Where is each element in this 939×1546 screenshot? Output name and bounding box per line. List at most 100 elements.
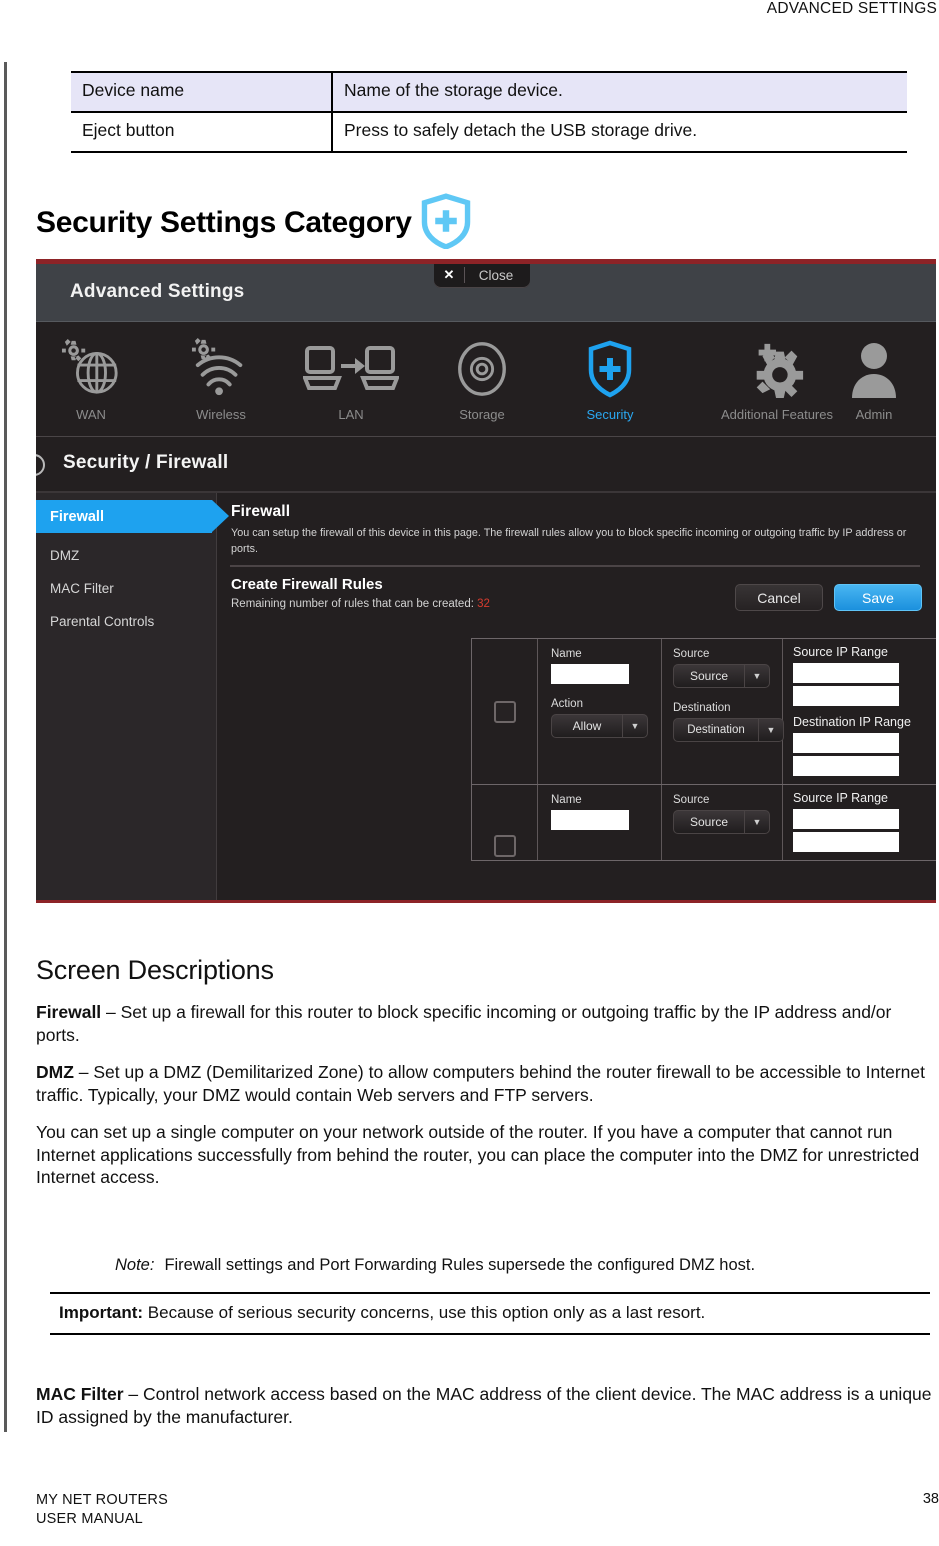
page-footer: MY NET ROUTERS USER MANUAL 38 bbox=[36, 1491, 939, 1530]
cell-gap bbox=[673, 688, 782, 702]
name-label: Name bbox=[551, 648, 582, 660]
nav-label-lan: LAN bbox=[338, 407, 364, 422]
note-text: Firewall settings and Port Forwarding Ru… bbox=[164, 1256, 756, 1274]
dmz-term: DMZ bbox=[36, 1062, 74, 1083]
nav-item-wan[interactable]: WAN bbox=[36, 338, 154, 422]
close-button[interactable]: ✕ Close bbox=[434, 264, 530, 288]
table-cell-definition: Name of the storage device. bbox=[332, 71, 907, 113]
chevron-down-icon: ▼ bbox=[744, 665, 769, 687]
rule-name-action-cell: Name bbox=[538, 785, 662, 860]
close-button-label: Close bbox=[478, 267, 514, 283]
source-ip-label: Source IP Range bbox=[793, 645, 888, 659]
name-input[interactable] bbox=[551, 664, 629, 684]
rule-checkbox[interactable] bbox=[493, 834, 516, 857]
important-label: Important: bbox=[59, 1303, 144, 1322]
note-label: Note: bbox=[115, 1256, 155, 1274]
section-heading-text: Security Settings Category bbox=[36, 206, 412, 239]
panel-heading: Firewall bbox=[231, 503, 291, 520]
action-value: Allow bbox=[572, 719, 602, 733]
sidebar-item-label: DMZ bbox=[50, 548, 80, 563]
lan-transfer-icon bbox=[303, 338, 399, 398]
destination-ip-to-input[interactable] bbox=[793, 756, 899, 776]
source-ip-from-input[interactable] bbox=[793, 809, 899, 829]
section-heading: Security Settings Category bbox=[36, 193, 474, 250]
sidebar-item-dmz[interactable]: DMZ bbox=[36, 539, 216, 572]
table-row: Eject button Press to safely detach the … bbox=[71, 111, 907, 153]
footer-line-1: MY NET ROUTERS bbox=[36, 1491, 168, 1508]
table-row: Device name Name of the storage device. bbox=[71, 71, 907, 113]
sidebar-item-label: Parental Controls bbox=[50, 614, 155, 629]
device-description-table: Device name Name of the storage device. … bbox=[71, 71, 907, 153]
mac-filter-description: – Control network access based on the MA… bbox=[36, 1384, 932, 1427]
rule-name-action-cell: Name Action Allow ▼ bbox=[538, 639, 662, 784]
table-cell-term: Device name bbox=[71, 71, 333, 113]
window-title: Advanced Settings bbox=[70, 281, 245, 302]
destination-select[interactable]: Destination ▼ bbox=[673, 718, 784, 742]
table-cell-definition: Press to safely detach the USB storage d… bbox=[332, 111, 907, 153]
rule-checkbox[interactable] bbox=[493, 700, 516, 723]
router-category-nav: WAN Wireless LAN Storage Security Additi… bbox=[36, 322, 936, 437]
source-ip-to-input[interactable] bbox=[793, 832, 899, 852]
page-number: 38 bbox=[922, 1490, 939, 1507]
save-button[interactable]: Save bbox=[834, 584, 922, 611]
nav-item-storage[interactable]: Storage bbox=[419, 338, 545, 422]
mac-filter-paragraph: MAC Filter – Control network access base… bbox=[36, 1383, 939, 1428]
nav-label-security: Security bbox=[586, 407, 634, 422]
back-arrow-icon[interactable] bbox=[36, 454, 45, 476]
action-label: Action bbox=[551, 698, 583, 710]
running-head: ADVANCED SETTINGS bbox=[766, 0, 937, 17]
source-ip-to-input[interactable] bbox=[793, 686, 899, 706]
important-text: Because of serious security concerns, us… bbox=[143, 1303, 706, 1322]
remaining-rules-count: 32 bbox=[477, 598, 490, 611]
rule-ip-ranges-cell: Source IP Range Destination IP Range bbox=[783, 639, 936, 784]
nav-item-admin[interactable]: Admin bbox=[811, 338, 936, 422]
cell-gap bbox=[551, 830, 661, 844]
action-select[interactable]: Allow ▼ bbox=[551, 714, 648, 738]
globe-gear-icon bbox=[56, 338, 126, 398]
remaining-rules-label: Remaining number of rules that can be cr… bbox=[231, 598, 474, 611]
destination-ip-label: Destination IP Range bbox=[793, 715, 911, 729]
dmz-paragraph: DMZ – Set up a DMZ (Demilitarized Zone) … bbox=[36, 1061, 936, 1106]
nav-label-admin: Admin bbox=[855, 407, 893, 422]
rule-select-cell bbox=[472, 785, 538, 860]
source-value: Source bbox=[689, 669, 729, 683]
dmz-description: – Set up a DMZ (Demilitarized Zone) to a… bbox=[36, 1062, 925, 1105]
sidebar-item-parental-controls[interactable]: Parental Controls bbox=[36, 605, 216, 638]
source-label: Source bbox=[673, 794, 710, 806]
firewall-panel: Firewall You can setup the firewall of t… bbox=[218, 493, 936, 900]
sidebar-item-firewall[interactable]: Firewall bbox=[36, 500, 229, 533]
panel-button-row: Cancel Save bbox=[735, 584, 922, 611]
nav-item-lan[interactable]: LAN bbox=[288, 338, 414, 422]
sidebar-item-mac-filter[interactable]: MAC Filter bbox=[36, 572, 216, 605]
firewall-sidebar: Firewall DMZ MAC Filter Parental Control… bbox=[36, 493, 229, 900]
close-icon: ✕ bbox=[443, 267, 455, 282]
nav-label-wireless: Wireless bbox=[196, 407, 246, 422]
cancel-button[interactable]: Cancel bbox=[735, 584, 823, 611]
rule-ip-ranges-cell: Source IP Range bbox=[783, 785, 936, 860]
source-label: Source bbox=[673, 648, 710, 660]
important-callout: Important: Because of serious security c… bbox=[50, 1292, 930, 1335]
cell-gap bbox=[551, 684, 661, 698]
destination-value: Destination bbox=[687, 724, 745, 736]
dmz-paragraph-2: You can set up a single computer on your… bbox=[36, 1122, 920, 1188]
table-row: Name Action Allow ▼ Source Source ▼ Dest… bbox=[472, 639, 936, 785]
source-select[interactable]: Source ▼ bbox=[673, 810, 770, 834]
nav-item-wireless[interactable]: Wireless bbox=[158, 338, 284, 422]
chevron-down-icon: ▼ bbox=[758, 719, 783, 741]
breadcrumb-text: Security / Firewall bbox=[63, 452, 229, 473]
breadcrumb: Security / Firewall bbox=[36, 437, 936, 493]
footer-left: MY NET ROUTERS USER MANUAL bbox=[36, 1491, 939, 1530]
nav-label-wan: WAN bbox=[76, 407, 106, 422]
firewall-term: Firewall bbox=[36, 1002, 102, 1022]
name-input[interactable] bbox=[551, 810, 629, 830]
destination-ip-from-input[interactable] bbox=[793, 733, 899, 753]
nav-item-security[interactable]: Security bbox=[547, 338, 673, 422]
source-ip-from-input[interactable] bbox=[793, 663, 899, 683]
destination-label: Destination bbox=[673, 702, 731, 714]
source-value: Source bbox=[689, 815, 729, 829]
sidebar-item-label: Firewall bbox=[50, 508, 104, 525]
source-ip-label: Source IP Range bbox=[793, 791, 888, 805]
chevron-down-icon: ▼ bbox=[744, 811, 769, 833]
source-select[interactable]: Source ▼ bbox=[673, 664, 770, 688]
name-label: Name bbox=[551, 794, 582, 806]
